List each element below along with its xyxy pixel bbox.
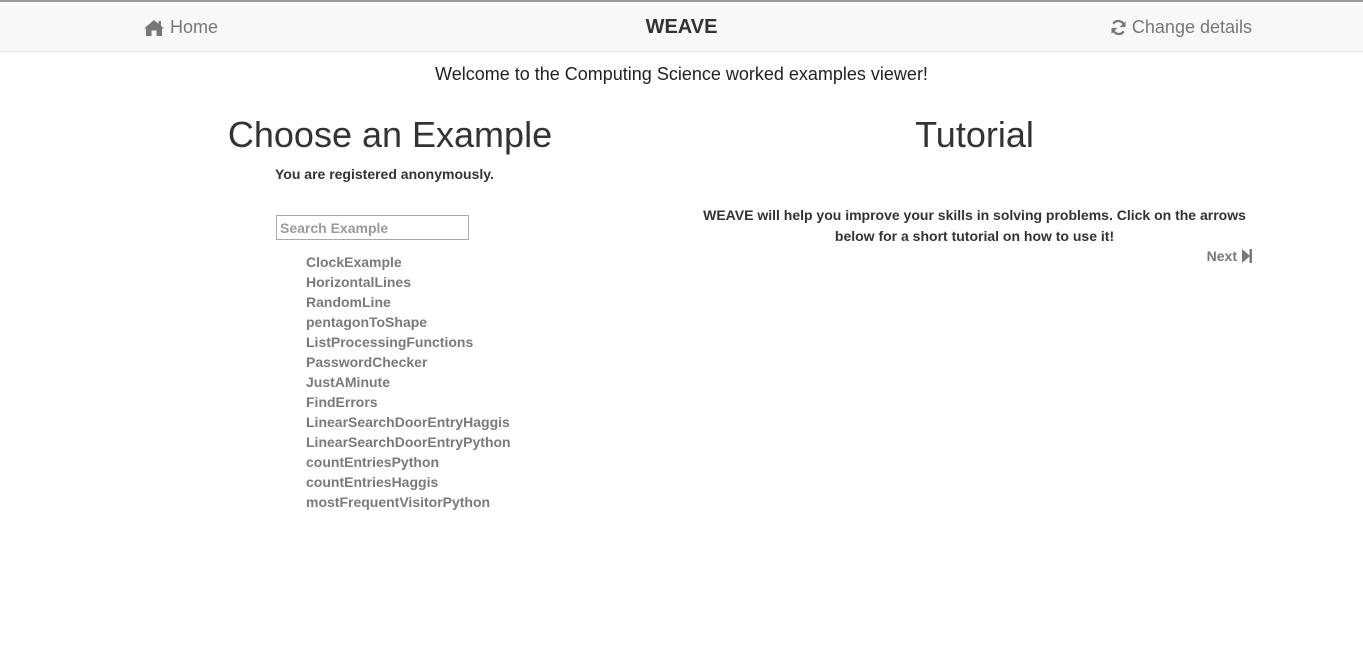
top-navbar: Home WEAVE Change details xyxy=(0,0,1363,52)
example-item[interactable]: countEntriesPython xyxy=(306,452,511,472)
next-label: Next xyxy=(1206,248,1237,264)
example-item[interactable]: JustAMinute xyxy=(306,372,511,392)
example-list: ClockExample HorizontalLines RandomLine … xyxy=(306,252,511,512)
change-details-label: Change details xyxy=(1131,17,1252,37)
example-item[interactable]: ClockExample xyxy=(306,252,511,272)
example-item[interactable]: LinearSearchDoorEntryHaggis xyxy=(306,412,511,432)
home-icon xyxy=(144,19,164,36)
example-item[interactable]: RandomLine xyxy=(306,292,511,312)
search-example-input[interactable] xyxy=(276,215,469,240)
tutorial-panel: Tutorial WEAVE will help you improve you… xyxy=(686,110,1263,264)
example-item[interactable]: HorizontalLines xyxy=(306,272,511,292)
welcome-message: Welcome to the Computing Science worked … xyxy=(435,64,928,84)
refresh-icon xyxy=(1111,19,1126,36)
example-item[interactable]: FindErrors xyxy=(306,392,511,412)
tutorial-heading: Tutorial xyxy=(915,114,1034,155)
example-item[interactable]: mostFrequentVisitorPython xyxy=(306,492,511,512)
example-item[interactable]: pentagonToShape xyxy=(306,312,511,332)
brand-title[interactable]: WEAVE xyxy=(646,16,718,38)
change-details-link[interactable]: Change details xyxy=(1110,17,1252,38)
registration-status: You are registered anonymously. xyxy=(275,166,494,182)
home-link[interactable]: Home xyxy=(143,17,218,38)
step-forward-icon xyxy=(1242,249,1252,263)
example-item[interactable]: countEntriesHaggis xyxy=(306,472,511,492)
examples-heading: Choose an Example xyxy=(227,114,553,155)
example-item[interactable]: PasswordChecker xyxy=(306,352,511,372)
tutorial-next-button[interactable]: Next xyxy=(1207,248,1253,264)
tutorial-description: WEAVE will help you improve your skills … xyxy=(703,207,1246,244)
home-label: Home xyxy=(170,17,219,37)
example-item[interactable]: LinearSearchDoorEntryPython xyxy=(306,432,511,452)
example-item[interactable]: ListProcessingFunctions xyxy=(306,332,511,352)
examples-panel: Choose an Example You are registered ano… xyxy=(205,110,575,510)
